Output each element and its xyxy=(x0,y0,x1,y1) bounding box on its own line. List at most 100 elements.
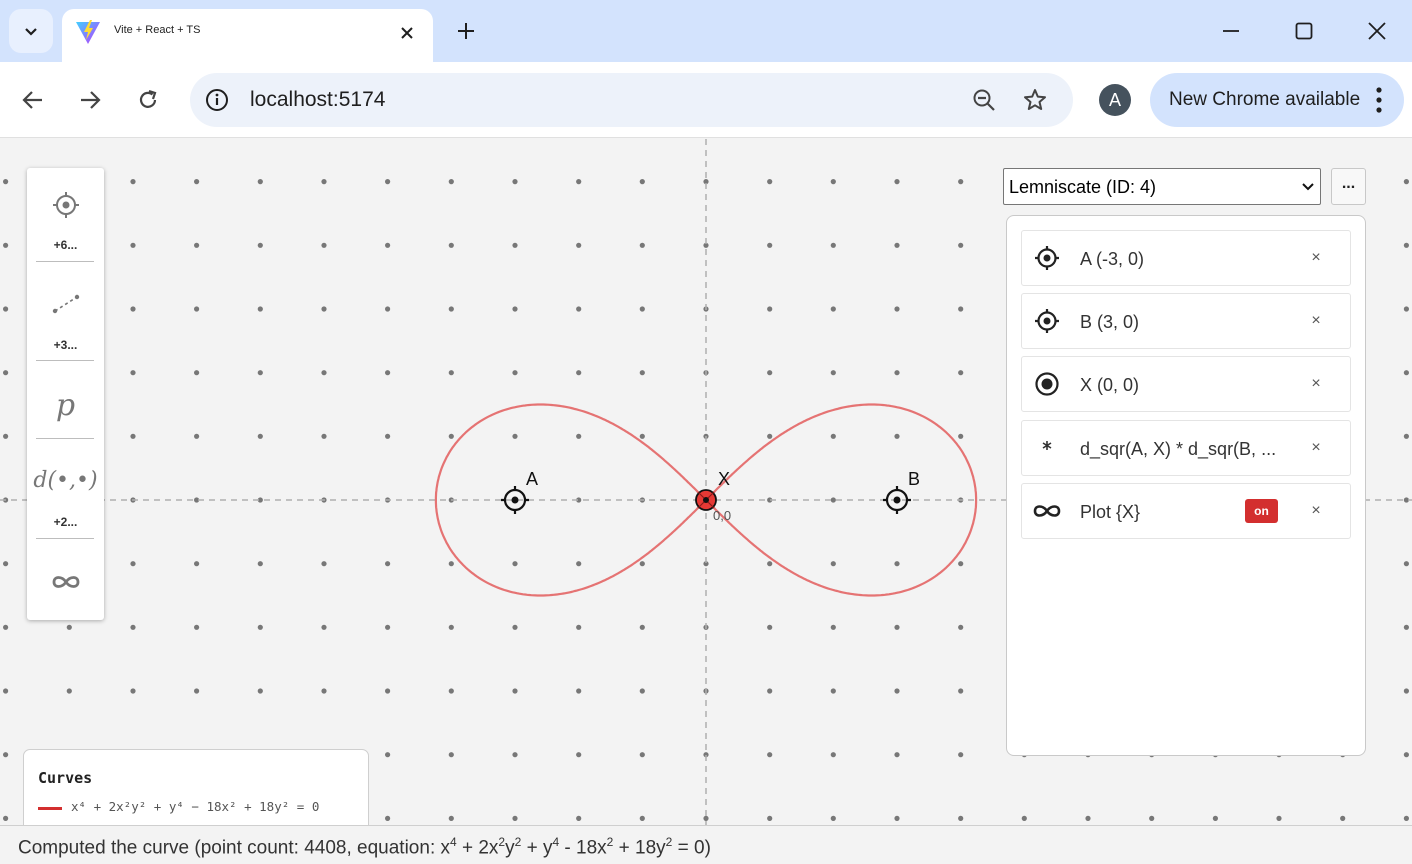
delete-object-button[interactable]: × xyxy=(1306,310,1326,332)
grid-dot xyxy=(3,624,9,630)
grid-dot xyxy=(958,179,964,185)
object-label: Plot {X} xyxy=(1080,502,1141,522)
line-tool-more[interactable]: +3... xyxy=(27,338,104,352)
line-tool[interactable] xyxy=(27,292,104,316)
grid-dot xyxy=(66,688,72,694)
grid-dot xyxy=(448,242,454,248)
delete-object-button[interactable]: × xyxy=(1306,500,1326,522)
minimize-button[interactable] xyxy=(1216,16,1246,46)
grid-dot xyxy=(385,752,391,758)
delete-object-button[interactable]: × xyxy=(1306,437,1326,459)
point-b-label: B xyxy=(908,469,920,489)
status-text-part: = 0) xyxy=(672,837,711,859)
chevron-down-icon xyxy=(25,28,37,36)
grid-dot xyxy=(512,242,518,248)
grid-dot xyxy=(894,433,900,439)
parameter-label: p xyxy=(55,388,76,423)
grid-dot xyxy=(130,561,136,567)
grid-dot xyxy=(576,815,582,822)
forward-button[interactable] xyxy=(74,84,106,116)
grid-dot xyxy=(321,624,327,630)
point-tool[interactable] xyxy=(27,190,104,220)
parameter-tool[interactable]: p xyxy=(27,388,104,423)
zoom-button[interactable] xyxy=(970,86,998,114)
distance-tool[interactable]: d(•,•) xyxy=(27,468,104,493)
address-bar[interactable]: localhost:5174 xyxy=(190,73,1073,127)
grid-dot xyxy=(767,242,773,248)
grid-dot xyxy=(830,370,836,376)
tab-search-button[interactable] xyxy=(9,9,53,53)
point-tool-more[interactable]: +6... xyxy=(27,238,104,252)
maximize-button[interactable] xyxy=(1289,16,1319,46)
grid-dot xyxy=(830,624,836,630)
grid-dot xyxy=(512,815,518,822)
profile-avatar[interactable]: A xyxy=(1099,84,1131,116)
site-info-button[interactable] xyxy=(204,87,230,113)
plot-tool[interactable] xyxy=(27,573,104,591)
delete-object-button[interactable]: × xyxy=(1306,373,1326,395)
grid-dot xyxy=(576,179,582,185)
bookmark-button[interactable] xyxy=(1021,86,1049,114)
grid-dot xyxy=(576,752,582,758)
grid-dot xyxy=(1403,561,1409,567)
grid-dot xyxy=(512,688,518,694)
back-button[interactable] xyxy=(17,84,49,116)
grid-dot xyxy=(194,433,200,439)
grid-dot xyxy=(1403,242,1409,248)
grid-dot xyxy=(576,433,582,439)
new-tab-button[interactable] xyxy=(452,17,480,45)
grid-dot xyxy=(639,624,645,630)
delete-object-button[interactable]: × xyxy=(1306,247,1326,269)
close-icon xyxy=(401,27,413,39)
more-options-button[interactable]: ... xyxy=(1331,168,1366,205)
grid-dot xyxy=(830,179,836,185)
grid-dot xyxy=(639,179,645,185)
tab-close-button[interactable] xyxy=(395,21,419,45)
grid-dot xyxy=(194,179,200,185)
point-x[interactable]: X 0,0 xyxy=(695,469,731,523)
browser-tab[interactable]: Vite + React + TS xyxy=(62,9,433,62)
grid-dot xyxy=(639,370,645,376)
object-label: d_sqr(A, X) * d_sqr(B, ... xyxy=(1080,439,1277,459)
grid-dot xyxy=(512,433,518,439)
site-info-icon xyxy=(206,89,228,111)
zoom-out-icon xyxy=(973,89,995,111)
object-row-b[interactable]: B (3, 0) × xyxy=(1021,293,1351,349)
object-row-x[interactable]: X (0, 0) × xyxy=(1021,356,1351,412)
grid-dot xyxy=(448,370,454,376)
chrome-menu-button[interactable] xyxy=(1370,86,1388,114)
grid-dot xyxy=(257,624,263,630)
status-sup: 4 xyxy=(450,835,457,849)
grid-dot xyxy=(321,306,327,312)
point-x-coords: 0,0 xyxy=(713,508,731,523)
line-segment-icon xyxy=(52,294,79,314)
grid-dot xyxy=(321,433,327,439)
status-text-part: + 18y xyxy=(613,837,666,859)
grid-dot xyxy=(194,242,200,248)
point-b[interactable]: B xyxy=(883,469,920,514)
grid-dot xyxy=(1403,815,1409,822)
plot-toggle-on[interactable]: on xyxy=(1245,499,1278,523)
grid-dot xyxy=(1403,624,1409,630)
grid-dot xyxy=(3,370,9,376)
grid-dot xyxy=(512,370,518,376)
object-row-plot[interactable]: Plot {X} on × xyxy=(1021,483,1351,539)
grid-dot xyxy=(130,688,136,694)
grid-dot xyxy=(512,306,518,312)
back-arrow-icon xyxy=(22,91,42,109)
object-select[interactable]: Lemniscate (ID: 4) xyxy=(1003,168,1321,205)
object-list-panel: A (-3, 0) × B (3, 0) × X (0, 0) × d_sqr(… xyxy=(1006,215,1366,756)
object-row-product[interactable]: d_sqr(A, X) * d_sqr(B, ... × xyxy=(1021,420,1351,476)
grid-dot xyxy=(1085,815,1091,822)
new-chrome-available-button[interactable]: New Chrome available xyxy=(1150,73,1404,127)
point-a[interactable]: A xyxy=(501,469,538,514)
object-row-a[interactable]: A (-3, 0) × xyxy=(1021,230,1351,286)
grid-dot xyxy=(130,306,136,312)
grid-dot xyxy=(576,624,582,630)
grid-dot xyxy=(321,179,327,185)
reload-button[interactable] xyxy=(132,84,164,116)
grid-dot xyxy=(1403,179,1409,185)
minimize-icon xyxy=(1223,30,1239,32)
close-window-button[interactable] xyxy=(1362,16,1392,46)
distance-tool-more[interactable]: +2... xyxy=(27,515,104,529)
